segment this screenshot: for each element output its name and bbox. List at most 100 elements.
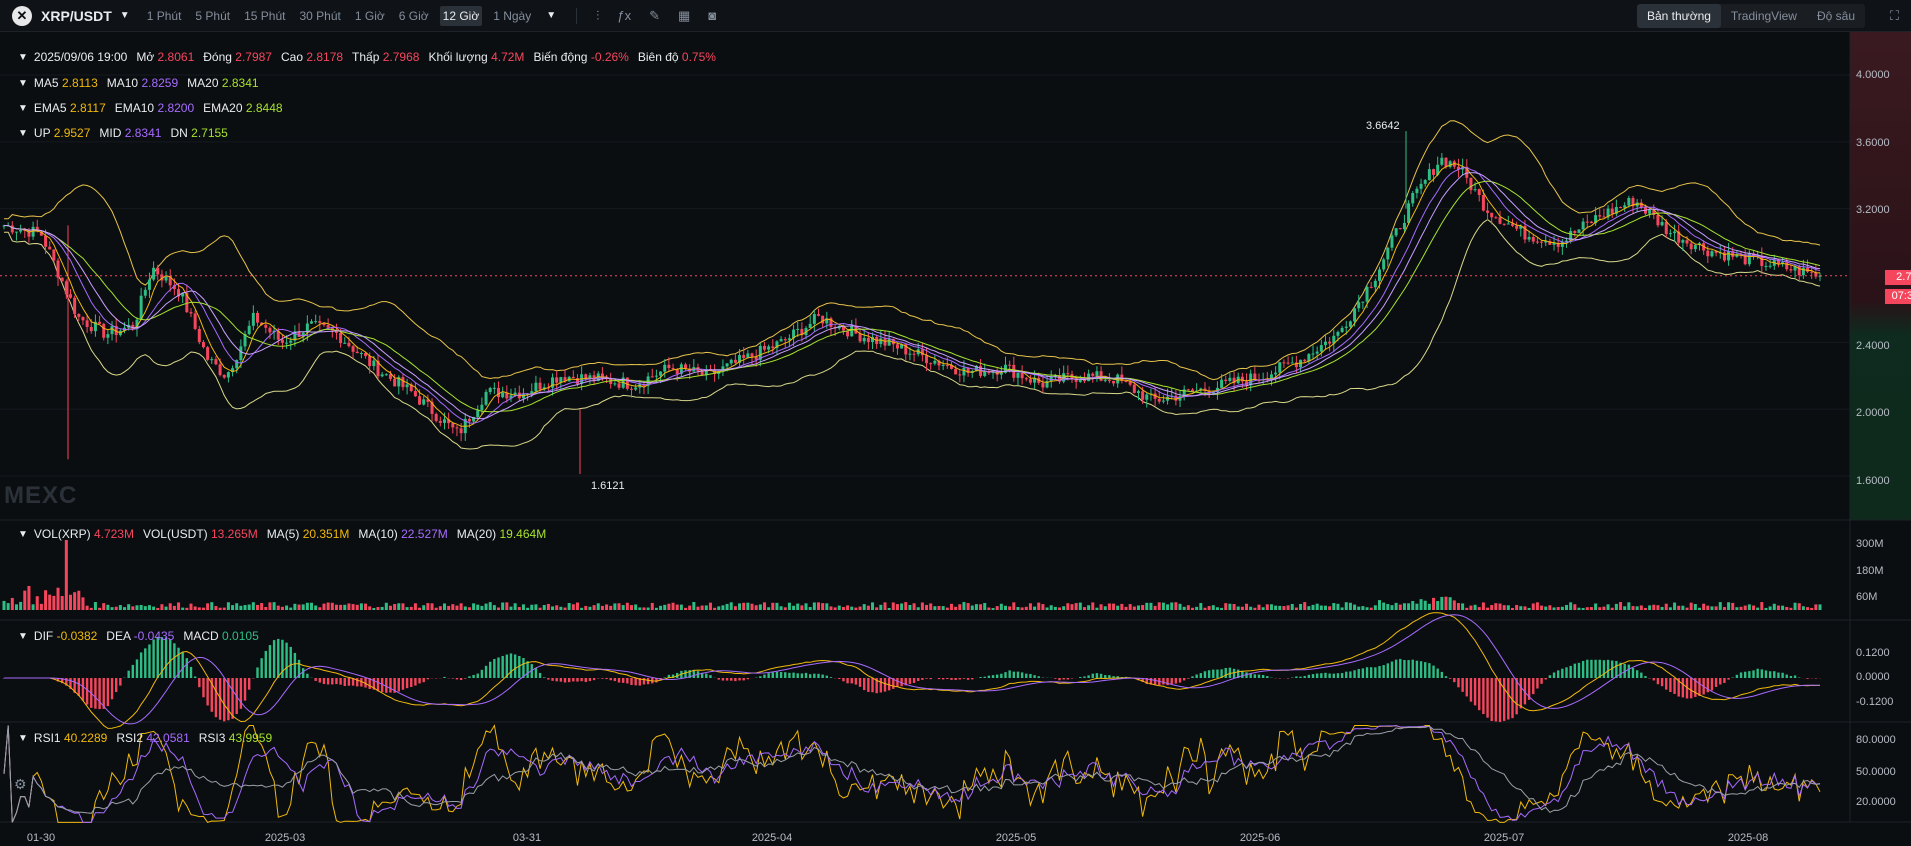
chart-settings-icon[interactable]: ⚙ (14, 776, 34, 796)
volume-bar (891, 602, 895, 610)
volume-bar (1548, 605, 1552, 610)
chevron-down-icon[interactable]: ▼ (18, 103, 28, 114)
volume-bar (1157, 602, 1161, 610)
macd-histogram-bar (584, 678, 587, 682)
macd-histogram-bar (1536, 678, 1539, 689)
volume-bar (846, 605, 850, 610)
macd-histogram-bar (115, 678, 118, 693)
volume-bar (1627, 602, 1631, 610)
chevron-down-icon[interactable]: ▼ (18, 128, 28, 139)
volume-bar (629, 605, 633, 610)
rsi2-label: RSI2 (116, 731, 144, 745)
candle-body (1531, 236, 1535, 242)
macd-histogram-bar (1598, 659, 1601, 678)
volume-bar (912, 603, 916, 610)
candle-body (1103, 380, 1107, 382)
rsi2-value: 42.0581 (146, 731, 190, 745)
volume-bar (93, 602, 97, 610)
candle-body (106, 334, 110, 338)
volume-bar (1718, 602, 1722, 610)
volume-bar (792, 605, 796, 610)
chevron-down-icon[interactable]: ▼ (18, 733, 28, 744)
macd-histogram-bar (971, 678, 974, 680)
macd-histogram-bar (1806, 678, 1809, 679)
macd-histogram-bar (838, 678, 841, 680)
mexc-watermark: MEXC (4, 482, 78, 509)
macd-histogram-bar (1569, 665, 1572, 678)
macd-histogram-bar (1212, 669, 1215, 678)
volume-bar (1112, 603, 1116, 610)
macd-histogram-bar (318, 678, 322, 683)
boll-legend: ▼ UP 2.9527 MID 2.8341 DN 2.7155 (18, 126, 228, 140)
volume-bar (1481, 602, 1485, 610)
macd-histogram-bar (551, 678, 554, 681)
volume-bar (746, 602, 750, 610)
candle-body (1315, 351, 1319, 354)
volume-bar (1656, 605, 1660, 610)
macd-histogram-bar (917, 678, 920, 681)
ma20-line (4, 180, 1821, 413)
change-label: Biến động (533, 50, 588, 64)
macd-histogram-bar (1369, 667, 1373, 678)
macd-histogram-bar (1303, 675, 1306, 678)
volume-bar (1348, 602, 1352, 610)
chevron-down-icon[interactable]: ▼ (18, 78, 28, 89)
rsi1-value: 40.2289 (63, 731, 108, 745)
volume-bar (1747, 604, 1751, 610)
chart-canvas[interactable] (0, 0, 1911, 846)
volume-bar (1731, 602, 1735, 610)
candle-body (925, 355, 929, 364)
chevron-down-icon[interactable]: ▼ (18, 529, 28, 540)
candle-body (1481, 195, 1485, 211)
volume-bar (77, 590, 81, 610)
volume-bar (667, 603, 671, 610)
volume-bar (962, 602, 966, 610)
volume-bar (1166, 604, 1170, 610)
candle-body (1020, 372, 1024, 379)
volume-bar (135, 605, 139, 610)
macd-histogram-bar (1037, 676, 1040, 678)
macd-histogram-bar (850, 678, 853, 684)
macd-histogram-bar (189, 666, 193, 678)
volume-bar (1294, 607, 1298, 610)
macd-histogram-bar (1104, 675, 1107, 678)
candle-body (1589, 221, 1593, 224)
macd-histogram-bar (1590, 659, 1593, 678)
macd-histogram-bar (1099, 673, 1103, 678)
volume-bar (89, 607, 93, 610)
macd-histogram-bar (567, 678, 571, 683)
candle-body (1527, 236, 1531, 240)
macd-histogram-bar (1752, 670, 1755, 678)
macd-histogram-bar (1561, 668, 1564, 678)
volume-bar (559, 606, 563, 610)
candle-body (206, 347, 210, 360)
macd-histogram-bar (476, 673, 479, 678)
candle-body (1157, 398, 1161, 402)
volume-bar (1602, 606, 1606, 610)
candle-body (1340, 327, 1344, 333)
macd-histogram-bar (339, 678, 342, 685)
volume-bar (575, 602, 579, 610)
volume-bar (1199, 603, 1203, 610)
volume-bar (164, 606, 168, 610)
macd-histogram-bar (605, 678, 608, 680)
macd-histogram-bar (958, 678, 961, 680)
volume-bar (152, 606, 156, 610)
volume-bar (1706, 605, 1710, 610)
macd-histogram-bar (1307, 674, 1311, 678)
volume-bar (156, 607, 160, 610)
candle-body (659, 371, 663, 376)
macd-histogram-bar (1361, 668, 1365, 678)
date-tick: 2025-07 (1483, 832, 1525, 844)
macd-histogram-bar (721, 678, 725, 681)
chevron-down-icon[interactable]: ▼ (18, 52, 28, 63)
volume-bar (351, 604, 355, 610)
macd-histogram-bar (1153, 678, 1157, 686)
candle-body (1191, 389, 1195, 392)
volume-bar (1681, 605, 1685, 610)
volume-bar (289, 607, 293, 610)
chevron-down-icon[interactable]: ▼ (18, 631, 28, 642)
candle-body (1423, 180, 1427, 184)
volume-bar (580, 607, 584, 610)
macd-histogram-bar (941, 678, 945, 680)
